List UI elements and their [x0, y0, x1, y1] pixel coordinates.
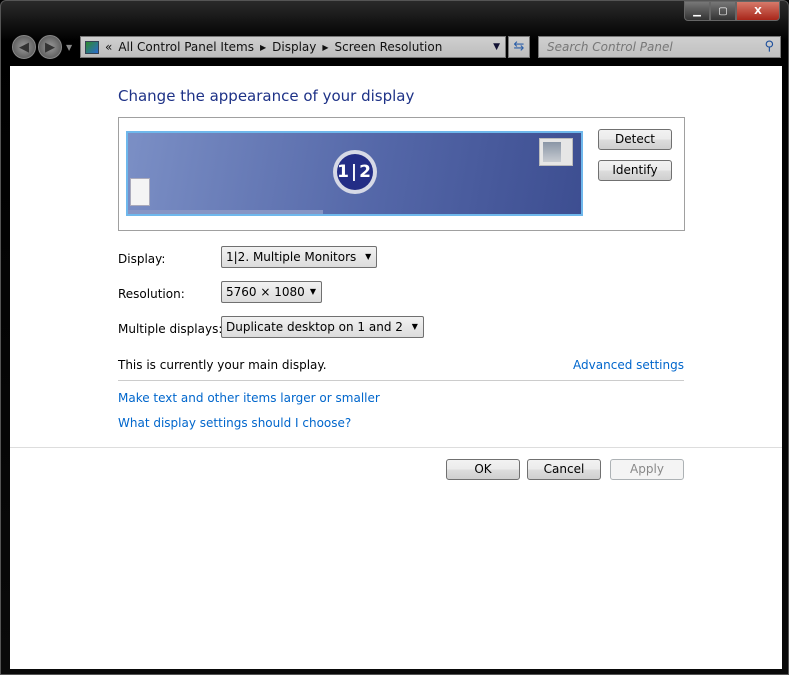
- document-thumbnail-icon: [130, 178, 150, 206]
- breadcrumb-display[interactable]: Display: [272, 40, 316, 54]
- display-label: Display:: [118, 252, 166, 266]
- window-thumbnail-icon: [539, 138, 573, 166]
- refresh-button[interactable]: ⇆: [508, 36, 530, 58]
- refresh-icon: ⇆: [513, 39, 525, 54]
- monitor-1-2[interactable]: 1|2: [126, 131, 583, 216]
- chevron-right-icon[interactable]: ▶: [260, 43, 266, 52]
- resolution-select[interactable]: 5760 × 1080 ▼: [221, 281, 322, 303]
- control-panel-icon: [85, 40, 99, 54]
- taskbar-preview: [128, 210, 323, 214]
- display-settings-help-link[interactable]: What display settings should I choose?: [118, 416, 351, 430]
- search-icon[interactable]: ⚲: [764, 39, 774, 54]
- main-display-text: This is currently your main display.: [118, 358, 327, 372]
- apply-button[interactable]: Apply: [610, 459, 684, 480]
- ok-button[interactable]: OK: [446, 459, 520, 480]
- maximize-icon: ▢: [718, 5, 728, 17]
- recent-pages-dropdown[interactable]: ▼: [66, 43, 72, 52]
- divider: [10, 447, 782, 448]
- text-size-link[interactable]: Make text and other items larger or smal…: [118, 391, 380, 405]
- caption-buttons: ▁ ▢ X: [684, 1, 780, 21]
- identify-button[interactable]: Identify: [598, 160, 672, 181]
- detect-button[interactable]: Detect: [598, 129, 672, 150]
- navigation-buttons: ◀ ▶ ▼: [12, 35, 72, 59]
- advanced-settings-link[interactable]: Advanced settings: [573, 358, 684, 372]
- minimize-button[interactable]: ▁: [684, 1, 710, 21]
- maximize-button[interactable]: ▢: [710, 1, 736, 21]
- address-bar[interactable]: « All Control Panel Items ▶ Display ▶ Sc…: [80, 36, 506, 58]
- window-frame: ▁ ▢ X ◀ ▶ ▼ « All Control Panel Items ▶ …: [0, 0, 789, 675]
- back-button[interactable]: ◀: [12, 35, 36, 59]
- multiple-displays-select[interactable]: Duplicate desktop on 1 and 2 ▼: [221, 316, 424, 338]
- resolution-label: Resolution:: [118, 287, 185, 301]
- monitor-number-badge: 1|2: [333, 150, 377, 194]
- address-dropdown-icon[interactable]: ▼: [493, 42, 500, 52]
- multiple-displays-label: Multiple displays:: [118, 322, 223, 336]
- monitor-preview: 1|2 Detect Identify: [118, 117, 685, 231]
- breadcrumb-all-control-panel-items[interactable]: All Control Panel Items: [118, 40, 254, 54]
- page-title: Change the appearance of your display: [118, 87, 415, 105]
- forward-button[interactable]: ▶: [38, 35, 62, 59]
- search-placeholder: Search Control Panel: [547, 40, 673, 54]
- search-input[interactable]: Search Control Panel ⚲: [538, 36, 781, 58]
- display-select[interactable]: 1|2. Multiple Monitors ▼: [221, 246, 378, 268]
- chevron-down-icon: ▼: [365, 252, 372, 261]
- cancel-button[interactable]: Cancel: [527, 459, 601, 480]
- breadcrumb-screen-resolution[interactable]: Screen Resolution: [335, 40, 443, 54]
- divider: [118, 380, 684, 381]
- close-button[interactable]: X: [736, 1, 780, 21]
- chevron-down-icon: ▼: [411, 322, 418, 331]
- chevron-right-icon[interactable]: ▶: [322, 43, 328, 52]
- breadcrumb-overflow[interactable]: «: [105, 40, 112, 54]
- minimize-icon: ▁: [693, 5, 701, 17]
- chevron-down-icon: ▼: [309, 287, 316, 296]
- content-pane: Change the appearance of your display 1|…: [10, 66, 782, 669]
